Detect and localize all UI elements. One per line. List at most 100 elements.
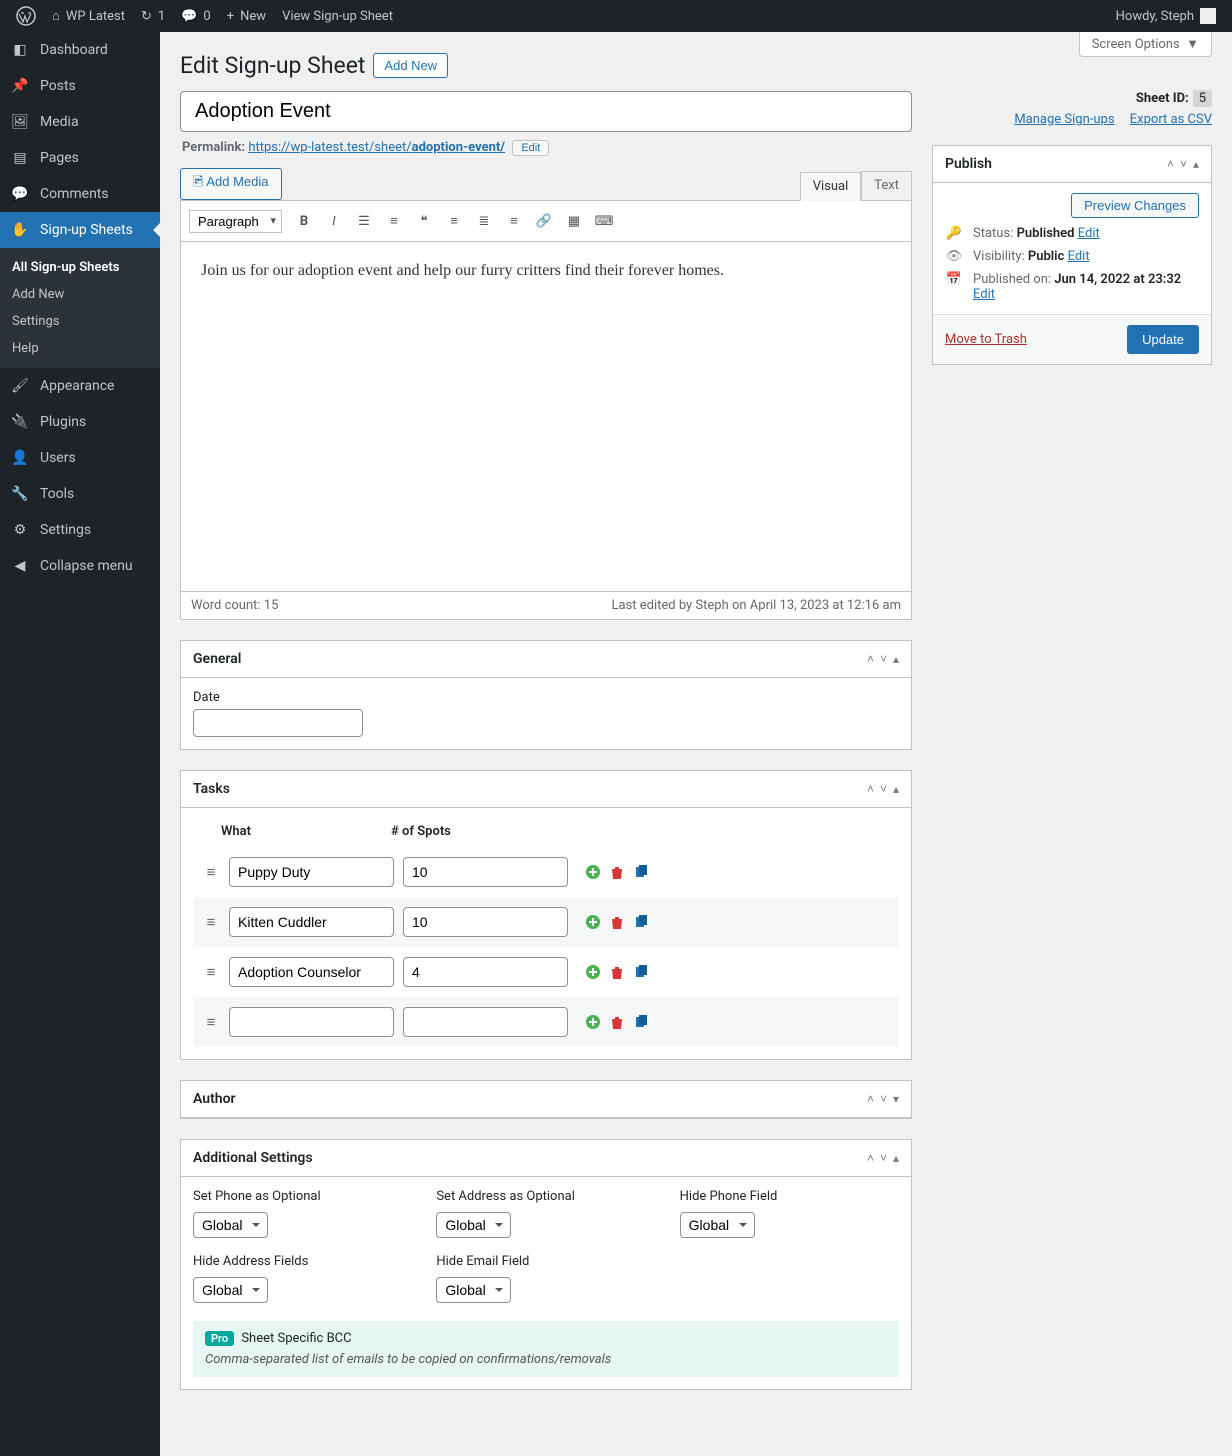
align-center-button[interactable]: ≣: [470, 207, 498, 235]
view-link[interactable]: View Sign-up Sheet: [274, 0, 401, 32]
publish-title: Publish: [945, 156, 1167, 172]
format-select[interactable]: Paragraph: [189, 210, 282, 233]
copy-row-icon[interactable]: [633, 964, 649, 980]
delete-row-icon[interactable]: [609, 964, 625, 980]
ul-button[interactable]: ☰: [350, 207, 378, 235]
toggle-icon[interactable]: ▴: [893, 652, 899, 666]
drag-handle-icon[interactable]: ≡: [197, 1013, 225, 1031]
move-up-icon[interactable]: ˄: [867, 1151, 874, 1165]
italic-button[interactable]: I: [320, 207, 348, 235]
move-down-icon[interactable]: ˅: [1180, 157, 1187, 171]
menu-collapse[interactable]: ◀Collapse menu: [0, 548, 160, 584]
menu-settings[interactable]: ⚙Settings: [0, 512, 160, 548]
select-hide-email[interactable]: Global: [436, 1277, 511, 1303]
menu-pages[interactable]: ▤Pages: [0, 140, 160, 176]
account-link[interactable]: Howdy, Steph: [1108, 0, 1224, 32]
move-down-icon[interactable]: ˅: [880, 1092, 887, 1106]
move-down-icon[interactable]: ˅: [880, 652, 887, 666]
delete-row-icon[interactable]: [609, 914, 625, 930]
move-up-icon[interactable]: ˄: [1167, 157, 1174, 171]
tab-visual[interactable]: Visual: [800, 172, 862, 201]
more-button[interactable]: ▦: [560, 207, 588, 235]
eye-icon: 👁: [945, 249, 963, 264]
move-down-icon[interactable]: ˅: [880, 1151, 887, 1165]
trash-link[interactable]: Move to Trash: [945, 332, 1027, 347]
task-what-input[interactable]: [229, 907, 394, 937]
add-row-icon[interactable]: [585, 1014, 601, 1030]
link-button[interactable]: 🔗: [530, 207, 558, 235]
add-new-button[interactable]: Add New: [373, 53, 448, 78]
select-hide-address[interactable]: Global: [193, 1277, 268, 1303]
move-up-icon[interactable]: ˄: [867, 782, 874, 796]
add-row-icon[interactable]: [585, 864, 601, 880]
task-what-input[interactable]: [229, 1007, 394, 1037]
edit-visibility-link[interactable]: Edit: [1068, 249, 1090, 264]
select-address-opt[interactable]: Global: [436, 1212, 511, 1238]
submenu-help[interactable]: Help: [0, 335, 160, 362]
menu-appearance[interactable]: 🖌Appearance: [0, 368, 160, 404]
drag-handle-icon[interactable]: ≡: [197, 863, 225, 881]
ol-button[interactable]: ≡: [380, 207, 408, 235]
add-row-icon[interactable]: [585, 914, 601, 930]
copy-row-icon[interactable]: [633, 1014, 649, 1030]
move-down-icon[interactable]: ˅: [880, 782, 887, 796]
menu-users[interactable]: 👤Users: [0, 440, 160, 476]
select-hide-phone[interactable]: Global: [680, 1212, 755, 1238]
menu-media[interactable]: 🖼Media: [0, 104, 160, 140]
toggle-icon[interactable]: ▴: [893, 782, 899, 796]
menu-tools[interactable]: 🔧Tools: [0, 476, 160, 512]
manage-signups-link[interactable]: Manage Sign-ups: [1014, 112, 1114, 127]
comments-link[interactable]: 💬0: [173, 0, 219, 32]
toggle-icon[interactable]: ▴: [893, 1151, 899, 1165]
site-link[interactable]: ⌂WP Latest: [44, 0, 133, 32]
menu-dashboard[interactable]: ◧Dashboard: [0, 32, 160, 68]
submenu-add[interactable]: Add New: [0, 281, 160, 308]
toggle-icon[interactable]: ▾: [893, 1092, 899, 1106]
screen-options-toggle[interactable]: Screen Options ▼: [1079, 32, 1212, 57]
preview-button[interactable]: Preview Changes: [1071, 193, 1199, 218]
menu-posts[interactable]: 📌Posts: [0, 68, 160, 104]
align-left-button[interactable]: ≡: [440, 207, 468, 235]
date-input[interactable]: [193, 709, 363, 737]
post-title-input[interactable]: [180, 91, 912, 132]
new-link[interactable]: +New: [219, 0, 274, 32]
task-spots-input[interactable]: [403, 907, 568, 937]
menu-comments[interactable]: 💬Comments: [0, 176, 160, 212]
permalink-link[interactable]: https://wp-latest.test/sheet/adoption-ev…: [248, 140, 505, 155]
move-up-icon[interactable]: ˄: [867, 1092, 874, 1106]
task-spots-input[interactable]: [403, 857, 568, 887]
delete-row-icon[interactable]: [609, 1014, 625, 1030]
delete-row-icon[interactable]: [609, 864, 625, 880]
drag-handle-icon[interactable]: ≡: [197, 963, 225, 981]
edit-status-link[interactable]: Edit: [1078, 226, 1100, 241]
kitchen-sink-button[interactable]: ⌨: [590, 207, 618, 235]
menu-signup-sheets[interactable]: ✋Sign-up Sheets: [0, 212, 160, 248]
task-what-input[interactable]: [229, 857, 394, 887]
tab-text[interactable]: Text: [861, 171, 912, 200]
bold-button[interactable]: B: [290, 207, 318, 235]
submenu-all[interactable]: All Sign-up Sheets: [0, 254, 160, 281]
update-button[interactable]: Update: [1127, 325, 1199, 354]
edit-date-link[interactable]: Edit: [973, 287, 995, 302]
select-phone-opt[interactable]: Global: [193, 1212, 268, 1238]
editor-content[interactable]: Join us for our adoption event and help …: [180, 242, 912, 592]
copy-row-icon[interactable]: [633, 864, 649, 880]
wp-logo[interactable]: [8, 0, 44, 32]
updates-link[interactable]: ↻1: [133, 0, 173, 32]
add-media-button[interactable]: 🖻 Add Media: [180, 168, 282, 200]
drag-handle-icon[interactable]: ≡: [197, 913, 225, 931]
edit-slug-button[interactable]: Edit: [512, 140, 549, 156]
copy-row-icon[interactable]: [633, 914, 649, 930]
task-spots-input[interactable]: [403, 1007, 568, 1037]
menu-plugins[interactable]: 🔌Plugins: [0, 404, 160, 440]
task-what-input[interactable]: [229, 957, 394, 987]
quote-button[interactable]: ❝: [410, 207, 438, 235]
task-spots-input[interactable]: [403, 957, 568, 987]
th-what: What: [221, 824, 391, 839]
toggle-icon[interactable]: ▴: [1193, 157, 1199, 171]
align-right-button[interactable]: ≡: [500, 207, 528, 235]
add-row-icon[interactable]: [585, 964, 601, 980]
move-up-icon[interactable]: ˄: [867, 652, 874, 666]
submenu-settings[interactable]: Settings: [0, 308, 160, 335]
export-csv-link[interactable]: Export as CSV: [1130, 112, 1212, 127]
